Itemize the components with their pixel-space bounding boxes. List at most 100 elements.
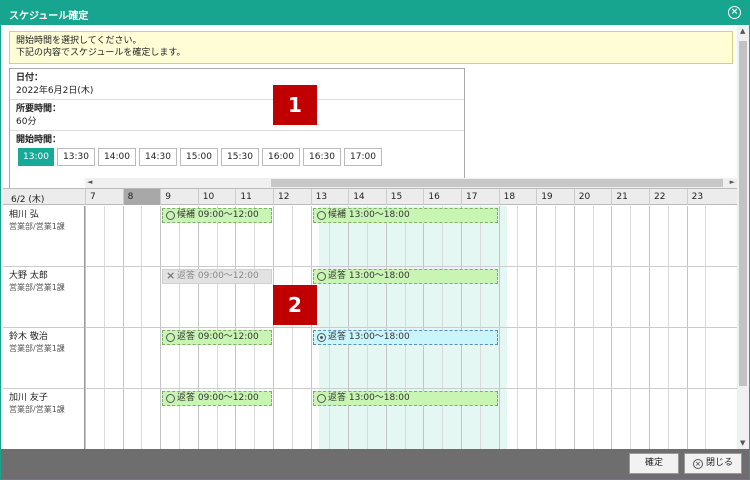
hour-label: 22 <box>649 189 687 205</box>
notice-line-1: 開始時間を選択してください。 <box>16 36 142 46</box>
close-button-label: 閉じる <box>705 458 733 468</box>
start-time-row: 開始時間： <box>10 131 464 149</box>
date-label: 日付： <box>16 73 44 83</box>
schedule-event[interactable]: 返答 09:00～12:00 <box>162 330 272 345</box>
confirm-button[interactable]: 確定 <box>629 453 679 474</box>
scroll-up-icon[interactable]: ▲ <box>740 27 745 35</box>
attendee-cell: 相川 弘営業部/営業1課 <box>3 206 85 267</box>
date-value: 2022年6月2日(木) <box>16 86 94 96</box>
scroll-left-icon[interactable]: ◄ <box>87 178 92 186</box>
event-label: 返答 13:00～18:00 <box>328 332 410 342</box>
schedule-event[interactable]: 返答 13:00～18:00 <box>313 330 498 345</box>
dialog-title: スケジュール確定 <box>9 11 89 22</box>
start-time-option[interactable]: 14:00 <box>98 148 136 166</box>
start-time-option[interactable]: 16:30 <box>303 148 341 166</box>
attendee-cell: 大野 太郎営業部/営業1課 <box>3 267 85 328</box>
schedule-event[interactable]: 候補 13:00～18:00 <box>313 208 498 223</box>
schedule-row: 相川 弘営業部/営業1課 候補 09:00～12:00 候補 13:00～18:00 <box>3 206 737 267</box>
event-label: 候補 13:00～18:00 <box>328 210 410 220</box>
attendee-name: 加川 友子 <box>9 393 48 403</box>
hour-label: 13 <box>310 189 349 205</box>
attendee-department: 営業部/営業1課 <box>9 222 65 231</box>
event-label: 返答 09:00～12:00 <box>177 332 259 342</box>
event-label: 返答 13:00～18:00 <box>328 271 410 281</box>
dialog-titlebar: スケジュール確定 × <box>1 1 749 25</box>
schedule-event[interactable]: 返答 09:00～12:00 <box>162 391 272 406</box>
schedule-event[interactable]: 返答 13:00～18:00 <box>313 269 498 284</box>
date-row: 日付： 2022年6月2日(木) <box>10 69 464 100</box>
horizontal-scroll-thumb[interactable] <box>271 179 723 187</box>
circle-icon <box>317 211 326 220</box>
circle-icon <box>166 333 175 342</box>
event-label: 候補 09:00～12:00 <box>177 210 259 220</box>
close-icon[interactable]: × <box>728 6 741 19</box>
circle-icon <box>166 394 175 403</box>
scroll-right-icon[interactable]: ► <box>730 178 735 186</box>
circle-icon <box>317 394 326 403</box>
callout-badge-2: 2 <box>273 285 317 325</box>
hour-label: 14 <box>348 189 386 205</box>
schedule-info-box: 日付： 2022年6月2日(木) 所要時間： 60分 開始時間： 13:00 13… <box>9 68 465 193</box>
cross-icon: × <box>166 269 176 282</box>
event-label: 返答 09:00～12:00 <box>177 271 259 281</box>
duration-row: 所要時間： 60分 <box>10 100 464 131</box>
event-label: 返答 09:00～12:00 <box>177 393 259 403</box>
hour-label: 23 <box>686 189 725 205</box>
schedule-confirm-dialog: スケジュール確定 × 開始時間を選択してください。 下記の内容でスケジュールを確… <box>0 0 750 480</box>
hour-label: 11 <box>235 189 273 205</box>
close-button[interactable]: × 閉じる <box>684 453 742 474</box>
start-time-option[interactable]: 14:30 <box>139 148 177 166</box>
hour-label: 10 <box>197 189 236 205</box>
timeline-header: 6/2 (木) 7 8 9 10 11 12 13 14 15 16 17 18 19 20 21 22 23 <box>3 188 737 205</box>
dialog-content: 開始時間を選択してください。 下記の内容でスケジュールを確定します。 日付： 2… <box>3 25 737 449</box>
attendee-name: 大野 太郎 <box>9 271 48 281</box>
timeline-date: 6/2 (木) <box>11 195 45 205</box>
start-time-option[interactable]: 13:30 <box>57 148 95 166</box>
schedule-row: 大野 太郎営業部/営業1課 × 返答 09:00～12:00 返答 13:00～18:… <box>3 267 737 328</box>
attendee-name: 鈴木 敬治 <box>9 332 48 342</box>
hour-label: 15 <box>385 189 424 205</box>
hour-label: 16 <box>423 189 461 205</box>
vertical-scrollbar[interactable]: ▲ ▼ <box>737 25 749 449</box>
duration-label: 所要時間： <box>16 104 62 114</box>
horizontal-scrollbar[interactable]: ◄ ► <box>85 178 737 188</box>
hour-label: 12 <box>273 189 311 205</box>
attendee-department: 営業部/営業1課 <box>9 405 65 414</box>
hour-label: 20 <box>573 189 612 205</box>
duration-value: 60分 <box>16 117 37 127</box>
circle-x-icon: × <box>692 459 703 469</box>
attendee-cell: 鈴木 敬治営業部/営業1課 <box>3 328 85 389</box>
hour-label: 7 <box>85 189 123 205</box>
vertical-scroll-thumb[interactable] <box>739 41 747 386</box>
start-time-label: 開始時間： <box>16 135 62 145</box>
scroll-down-icon[interactable]: ▼ <box>740 439 745 447</box>
hour-label: 21 <box>611 189 649 205</box>
attendee-department: 営業部/営業1課 <box>9 344 65 353</box>
dialog-footer: 確定 × 閉じる <box>1 449 749 479</box>
hour-label: 18 <box>498 189 537 205</box>
hour-label: 9 <box>160 189 198 205</box>
timeline-grid: 相川 弘営業部/営業1課 候補 09:00～12:00 候補 13:00～18:00… <box>3 206 737 449</box>
start-time-option[interactable]: 15:00 <box>180 148 218 166</box>
notice-line-2: 下記の内容でスケジュールを確定します。 <box>16 48 186 58</box>
schedule-event[interactable]: 候補 09:00～12:00 <box>162 208 272 223</box>
hour-label: 17 <box>461 189 499 205</box>
start-time-option[interactable]: 15:30 <box>221 148 259 166</box>
instruction-notice: 開始時間を選択してください。 下記の内容でスケジュールを確定します。 <box>9 31 733 64</box>
start-time-option[interactable]: 16:00 <box>262 148 300 166</box>
circle-icon <box>317 272 326 281</box>
attendee-cell: 加川 友子営業部/営業1課 <box>3 389 85 449</box>
target-icon <box>317 333 326 342</box>
schedule-event[interactable]: × 返答 09:00～12:00 <box>162 269 272 284</box>
start-time-option[interactable]: 13:00 <box>18 148 54 166</box>
callout-badge-1: 1 <box>273 85 317 125</box>
schedule-row: 加川 友子営業部/営業1課 返答 09:00～12:00 返答 13:00～18:0… <box>3 389 737 449</box>
hour-label: 19 <box>536 189 574 205</box>
start-time-option[interactable]: 17:00 <box>344 148 382 166</box>
attendee-name: 相川 弘 <box>9 210 39 220</box>
schedule-event[interactable]: 返答 13:00～18:00 <box>313 391 498 406</box>
schedule-row: 鈴木 敬治営業部/営業1課 返答 09:00～12:00 返答 13:00～18:0… <box>3 328 737 389</box>
event-label: 返答 13:00～18:00 <box>328 393 410 403</box>
attendee-department: 営業部/営業1課 <box>9 283 65 292</box>
circle-icon <box>166 211 175 220</box>
